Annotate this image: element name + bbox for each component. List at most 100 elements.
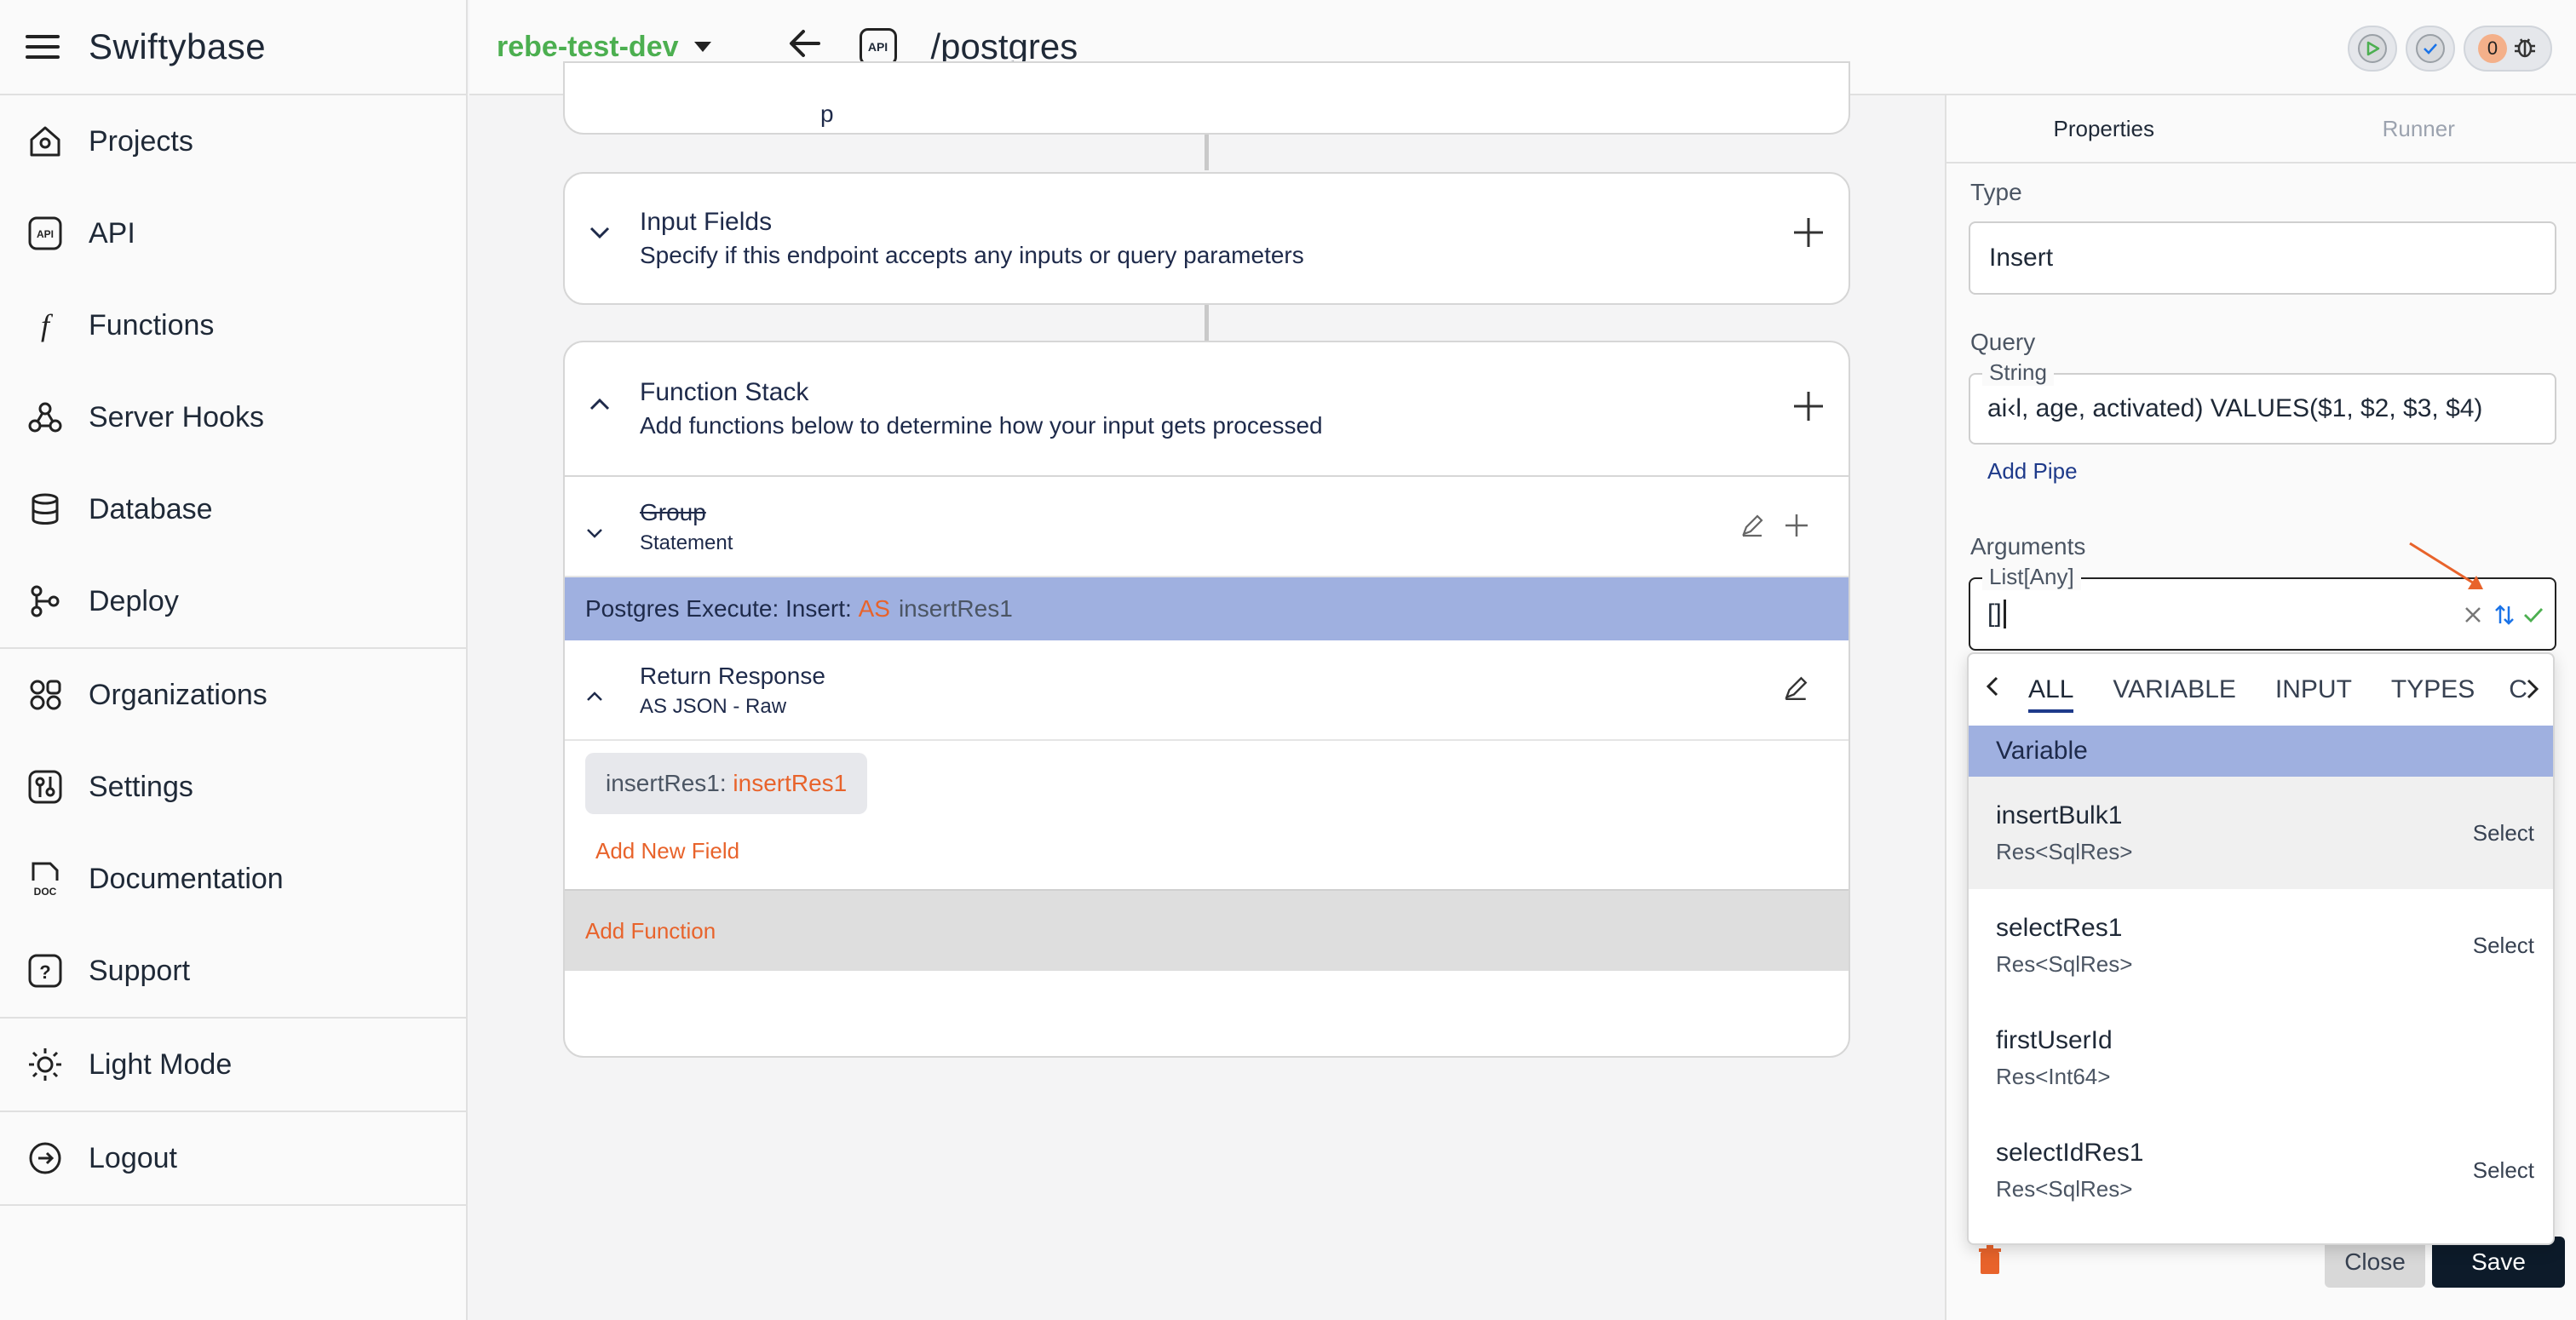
connector-line [1205,135,1209,170]
sidebar-item-server-hooks[interactable]: Server Hooks [0,371,466,463]
select-button[interactable]: Select [2473,933,2534,959]
tabs-prev-icon[interactable] [1986,675,1999,704]
sidebar-item-logout[interactable]: Logout [0,1112,466,1204]
tab-properties[interactable]: Properties [1946,95,2262,162]
postgres-row-var: insertRes1 [898,595,1013,622]
svg-text:API: API [37,228,54,240]
sidebar-item-api[interactable]: API API [0,187,466,279]
query-field[interactable]: String ai‹l, age, activated) VALUES($1, … [1969,359,2556,445]
sidebar-item-support[interactable]: ? Support [0,925,466,1017]
settings-icon [26,767,65,806]
function-canvas: p Input Fields Specify if this endpoint … [469,61,1945,1320]
clear-icon[interactable] [2463,605,2483,629]
variable-type: Res<Int64> [1996,1063,2111,1089]
database-icon [26,490,65,529]
swap-icon[interactable] [2493,603,2516,631]
save-button-label: Save [2471,1248,2526,1275]
app-root: Swiftybase Projects API API f Functions [0,0,2576,1320]
arguments-value: [] [1987,600,2006,628]
environment-selector[interactable]: rebe-test-dev [497,31,711,64]
postgres-row-label: Postgres Execute: Insert: [585,595,859,622]
sidebar-item-label: Logout [89,1141,177,1174]
sidebar-item-label: Database [89,492,213,525]
validate-button[interactable] [2406,26,2455,72]
menu-icon[interactable] [26,35,60,59]
input-fields-card[interactable]: Input Fields Specify if this endpoint ac… [563,172,1850,305]
add-new-field-link[interactable]: Add New Field [595,838,739,864]
function-stack-subtitle: Add functions below to determine how you… [640,412,1323,439]
sidebar-item-label: Settings [89,770,193,803]
sidebar-item-light-mode[interactable]: Light Mode [0,1019,466,1111]
add-icon[interactable] [1784,513,1809,542]
response-field-chip[interactable]: insertRes1 : insertRes1 [585,753,868,814]
tab-input[interactable]: INPUT [2275,675,2352,704]
response-field-value: insertRes1 [733,770,848,796]
add-pipe-link[interactable]: Add Pipe [1987,458,2078,485]
function-stack-header: Function Stack Add functions below to de… [565,342,1849,477]
tab-more[interactable]: C [2509,675,2527,704]
arguments-legend: List[Any] [1982,564,2081,590]
trash-icon[interactable] [1977,1245,2003,1280]
list-item[interactable]: selectIdRes1 Res<SqlRes> Select [1969,1114,2553,1226]
group-row[interactable]: Group Statement [565,477,1849,577]
select-button[interactable]: Select [2473,820,2534,847]
postgres-execute-row[interactable]: Postgres Execute: Insert: AS insertRes1 [565,577,1849,640]
list-item[interactable]: firstUserId Res<Int64> [1969,1001,2553,1114]
tabs-next-icon[interactable] [2526,678,2539,707]
run-button[interactable] [2348,26,2397,72]
sidebar-item-functions[interactable]: f Functions [0,279,466,371]
chevron-down-icon[interactable] [585,519,604,546]
input-fields-subtitle: Specify if this endpoint accepts any inp… [640,242,1304,268]
sidebar-item-label: Projects [89,124,193,158]
play-icon [2358,34,2387,63]
variable-header-label: Variable [1996,737,2088,765]
add-input-icon[interactable] [1792,213,1825,255]
tab-runner[interactable]: Runner [2262,95,2576,162]
chevron-up-icon[interactable] [585,683,604,709]
nav-group-logout: Logout [0,1112,466,1206]
type-value: Insert [1989,244,2054,272]
variable-type: Res<SqlRes> [1996,1175,2133,1202]
tab-types[interactable]: TYPES [2391,675,2475,704]
panel-tabs: Properties Runner [1946,95,2576,164]
tab-all[interactable]: ALL [2028,675,2074,713]
add-function-icon[interactable] [1792,387,1825,429]
variable-name: selectRes1 [1996,913,2123,942]
confirm-check-icon[interactable] [2522,605,2544,629]
sidebar-item-label: Light Mode [89,1047,233,1081]
close-button-label: Close [2344,1248,2406,1275]
select-button[interactable]: Select [2473,1157,2534,1184]
tab-variable[interactable]: VARIABLE [2113,675,2236,704]
edit-icon[interactable] [1739,513,1765,542]
list-item[interactable]: selectRes1 Res<SqlRes> Select [1969,889,2553,1001]
variable-name: firstUserId [1996,1025,2113,1054]
sidebar-item-organizations[interactable]: Organizations [0,649,466,741]
sidebar-item-label: Organizations [89,678,267,711]
brand-header: Swiftybase [0,0,466,95]
variable-name: insertBulk1 [1996,801,2123,829]
sidebar-item-settings[interactable]: Settings [0,741,466,833]
chevron-down-icon[interactable] [589,220,611,246]
edit-icon[interactable] [1782,674,1809,706]
sidebar-item-documentation[interactable]: DOC Documentation [0,833,466,925]
query-label: Query [1970,329,2036,355]
previous-section-card: p [563,61,1850,135]
check-icon [2416,34,2445,63]
add-function-link[interactable]: Add Function [585,918,716,944]
sidebar-item-deploy[interactable]: Deploy [0,555,466,647]
return-response-row[interactable]: Return Response AS JSON - Raw [565,640,1849,741]
chevron-down-icon [693,42,711,52]
sidebar-item-projects[interactable]: Projects [0,95,466,187]
sidebar-item-database[interactable]: Database [0,463,466,555]
list-item[interactable]: insertBulk1 Res<SqlRes> Select [1969,777,2553,889]
response-field-sep: : [719,770,733,796]
chevron-up-icon[interactable] [589,392,611,418]
sidebar-item-label: Documentation [89,862,284,895]
sidebar-item-label: Functions [89,308,215,341]
error-count-badge: 0 [2478,34,2507,63]
debug-button[interactable]: 0 [2464,26,2552,72]
nav-group-main: Projects API API f Functions Server Hook… [0,95,466,649]
type-field[interactable]: Insert [1969,221,2556,295]
add-function-footer[interactable]: Add Function [565,889,1849,971]
sidebar: Swiftybase Projects API API f Functions [0,0,468,1320]
